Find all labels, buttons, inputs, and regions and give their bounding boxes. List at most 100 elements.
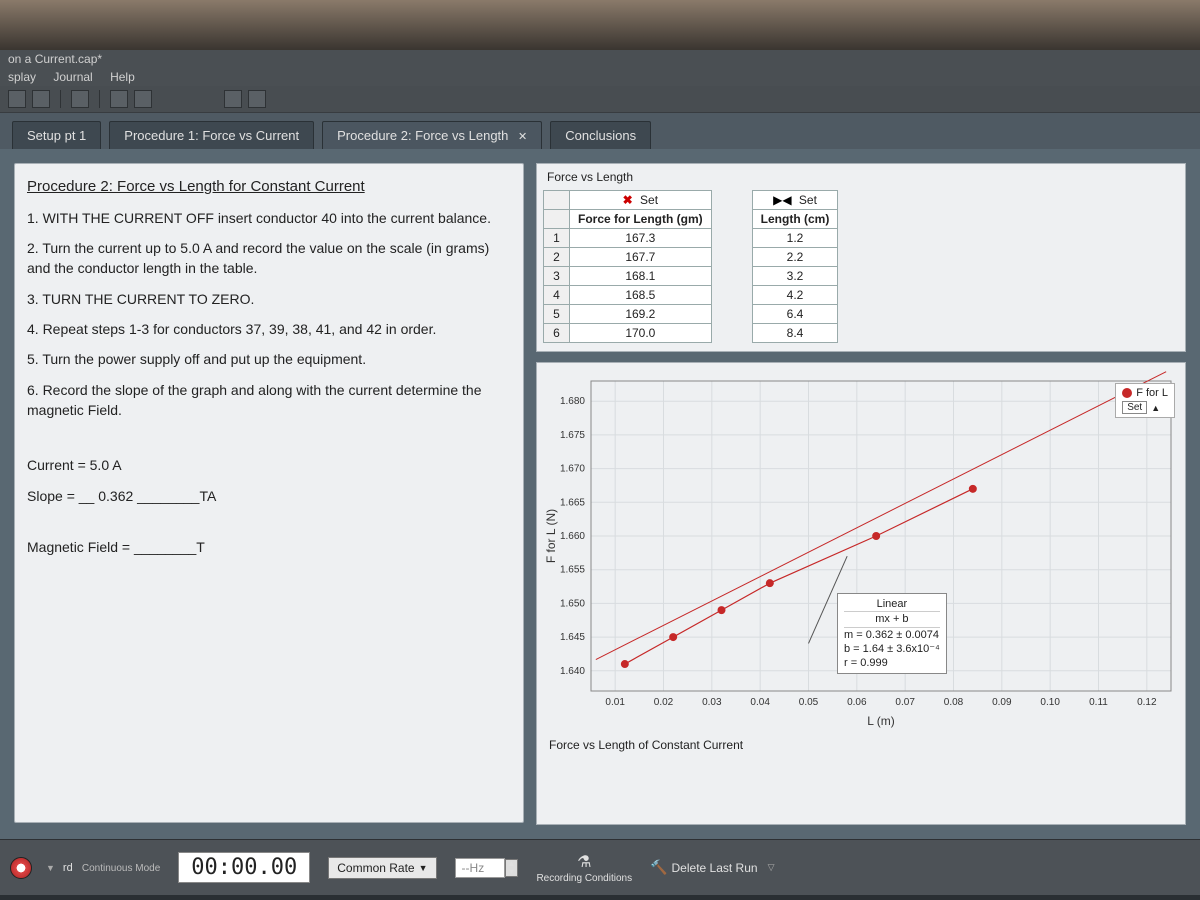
bfield-label: Magnetic Field = [27, 539, 134, 555]
hammer-icon: 🔨 [650, 859, 667, 876]
chart-panel: 0.010.020.030.040.050.060.070.080.090.10… [536, 362, 1186, 825]
tool-icon[interactable] [110, 90, 128, 108]
svg-text:0.01: 0.01 [605, 697, 625, 708]
timer: 00:00.00 [178, 852, 310, 883]
legend-set-button[interactable]: Set [1122, 401, 1147, 414]
tool-icon[interactable] [224, 90, 242, 108]
svg-text:0.04: 0.04 [750, 697, 770, 708]
chart-legend[interactable]: F for L Set ▲ [1115, 383, 1175, 418]
cell[interactable]: 1.2 [752, 229, 838, 248]
current-label: Current = [27, 457, 90, 473]
instructions-heading: Procedure 2: Force vs Length for Constan… [27, 176, 511, 198]
delete-last-run-button[interactable]: 🔨 Delete Last Run ▽ [650, 859, 774, 876]
tab-label: Procedure 2: Force vs Length [337, 128, 508, 143]
svg-text:0.03: 0.03 [702, 697, 722, 708]
svg-text:1.660: 1.660 [560, 531, 585, 542]
svg-text:0.07: 0.07 [895, 697, 915, 708]
set-header[interactable]: ▶◀ Set [752, 191, 838, 210]
dropdown-icon[interactable]: ▼ [46, 863, 55, 873]
tool-icon[interactable] [134, 90, 152, 108]
svg-text:0.10: 0.10 [1040, 697, 1060, 708]
svg-text:1.645: 1.645 [560, 632, 585, 643]
step-6: 6. Record the slope of the graph and alo… [27, 380, 511, 421]
toolbar [0, 86, 1200, 113]
slope-label: Slope = __ [27, 488, 94, 504]
svg-text:1.665: 1.665 [560, 497, 585, 508]
close-icon[interactable]: ✕ [518, 131, 527, 143]
common-rate-button[interactable]: Common Rate▼ [328, 857, 436, 879]
svg-text:0.06: 0.06 [847, 697, 867, 708]
menu-journal[interactable]: Journal [53, 70, 92, 84]
table-title: Force vs Length [543, 168, 1179, 186]
current-value: 5.0 A [90, 457, 122, 473]
cell[interactable]: 3.2 [752, 267, 838, 286]
svg-text:1.650: 1.650 [560, 598, 585, 609]
tab-conclusions[interactable]: Conclusions [550, 121, 651, 149]
step-1: 1. WITH THE CURRENT OFF insert conductor… [27, 208, 511, 228]
data-table-panel: Force vs Length ✖ Set Force for Length (… [536, 163, 1186, 352]
svg-text:F for L (N): F for L (N) [544, 509, 558, 563]
record-mode-label: rd Continuous Mode [63, 862, 160, 874]
fit-eq: mx + b [844, 611, 940, 627]
cell[interactable]: 167.7 [570, 248, 712, 267]
right-column: Force vs Length ✖ Set Force for Length (… [536, 163, 1186, 825]
fit-heading: Linear [844, 597, 940, 611]
photo-edge [0, 0, 1200, 50]
cell[interactable]: 4.2 [752, 286, 838, 305]
col-length: Length (cm) [752, 210, 838, 229]
run-icon: ▶◀ [773, 193, 791, 207]
cell[interactable]: 168.5 [570, 286, 712, 305]
tool-icon[interactable] [248, 90, 266, 108]
menu-display[interactable]: splay [8, 70, 36, 84]
menu-bar: splay Journal Help [0, 68, 1200, 86]
tab-procedure-1[interactable]: Procedure 1: Force vs Current [109, 121, 314, 149]
cell[interactable]: 2.2 [752, 248, 838, 267]
chart-svg[interactable]: 0.010.020.030.040.050.060.070.080.090.10… [541, 371, 1181, 731]
svg-text:0.12: 0.12 [1137, 697, 1157, 708]
separator [60, 90, 61, 108]
step-5: 5. Turn the power supply off and put up … [27, 349, 511, 369]
menu-help[interactable]: Help [110, 70, 135, 84]
svg-text:0.09: 0.09 [992, 697, 1012, 708]
cell[interactable]: 6.4 [752, 305, 838, 324]
bottom-bar: ▼ rd Continuous Mode 00:00.00 Common Rat… [0, 839, 1200, 895]
fit-box[interactable]: Linear mx + b m = 0.362 ± 0.0074 b = 1.6… [837, 593, 947, 674]
tool-icon[interactable] [71, 90, 89, 108]
slope-unit: ________TA [137, 488, 216, 504]
workspace: Procedure 2: Force vs Length for Constan… [0, 149, 1200, 839]
x-icon: ✖ [623, 193, 633, 207]
svg-text:0.02: 0.02 [654, 697, 674, 708]
svg-text:1.640: 1.640 [560, 666, 585, 677]
legend-swatch [1122, 388, 1132, 398]
dropdown-icon[interactable]: ▽ [768, 862, 775, 873]
tool-icon[interactable] [32, 90, 50, 108]
page-tabs: Setup pt 1 Procedure 1: Force vs Current… [0, 113, 1200, 149]
cell[interactable]: 168.1 [570, 267, 712, 286]
cell[interactable]: 8.4 [752, 324, 838, 343]
svg-text:1.680: 1.680 [560, 396, 585, 407]
svg-text:0.11: 0.11 [1089, 697, 1108, 708]
separator [99, 90, 100, 108]
svg-text:1.670: 1.670 [560, 464, 585, 475]
cell[interactable]: 167.3 [570, 229, 712, 248]
slope-value: 0.362 [98, 488, 133, 504]
col-force: Force for Length (gm) [570, 210, 712, 229]
window-title: on a Current.cap* [0, 50, 1200, 68]
svg-text:1.675: 1.675 [560, 430, 585, 441]
stepper[interactable]: ▲▼ [505, 859, 519, 877]
cell[interactable]: 170.0 [570, 324, 712, 343]
chart-caption: Force vs Length of Constant Current [541, 734, 1181, 756]
tab-setup[interactable]: Setup pt 1 [12, 121, 101, 149]
step-4: 4. Repeat steps 1-3 for conductors 37, 3… [27, 319, 511, 339]
svg-text:0.08: 0.08 [944, 697, 964, 708]
set-header[interactable]: ✖ Set [570, 191, 712, 210]
length-table: ▶◀ Set Length (cm) 1.2 2.2 3.2 4.2 6.4 8… [752, 190, 839, 343]
recording-conditions-button[interactable]: ⚗ Recording Conditions [536, 852, 632, 884]
hz-input[interactable]: --Hz [455, 858, 505, 878]
cell[interactable]: 169.2 [570, 305, 712, 324]
tool-icon[interactable] [8, 90, 26, 108]
tab-procedure-2[interactable]: Procedure 2: Force vs Length ✕ [322, 121, 542, 149]
record-button[interactable] [10, 857, 32, 879]
fill-in-block: Current = 5.0 A Slope = __ 0.362 _______… [27, 450, 511, 562]
triangle-icon[interactable]: ▲ [1151, 403, 1160, 413]
